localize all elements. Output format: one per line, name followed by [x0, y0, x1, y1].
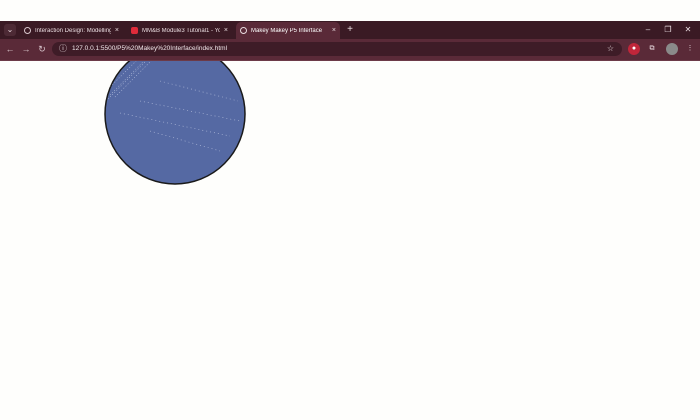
youtube-icon: [131, 27, 138, 34]
reload-icon[interactable]: ↻: [36, 43, 48, 55]
tab-strip: ⌄ Interaction Design: Modelling × MM&B M…: [0, 21, 700, 39]
minimize-button[interactable]: –: [638, 24, 658, 36]
tab-title: MM&B Module3 Tutorial1 - Yo: [142, 27, 220, 34]
extension-icon[interactable]: ●: [628, 43, 640, 55]
tab-title: Makey Makey P5 Interface: [251, 27, 323, 34]
tab-makey-makey[interactable]: Makey Makey P5 Interface ×: [236, 22, 340, 39]
tab-title: Interaction Design: Modelling: [35, 27, 111, 34]
address-url: 127.0.0.1:5500/P5%20Makey%20Interface/in…: [72, 45, 228, 52]
page-canvas[interactable]: [0, 43, 700, 415]
address-bar[interactable]: ⓘ 127.0.0.1:5500/P5%20Makey%20Interface/…: [52, 42, 622, 56]
menu-kebab-icon[interactable]: ⋮: [684, 43, 696, 55]
browser-toolbar: ← → ↻ ⓘ 127.0.0.1:5500/P5%20Makey%20Inte…: [0, 39, 700, 61]
globe-icon: [240, 27, 247, 34]
close-window-button[interactable]: ✕: [678, 24, 698, 36]
extensions-puzzle-icon[interactable]: ⧉: [646, 43, 658, 55]
tab-interaction-design[interactable]: Interaction Design: Modelling ×: [20, 22, 123, 39]
maximize-button[interactable]: ❐: [658, 24, 678, 36]
tab-search-button[interactable]: ⌄: [4, 24, 16, 36]
close-icon[interactable]: ×: [115, 27, 119, 34]
globe-icon: [24, 27, 31, 34]
profile-avatar[interactable]: [666, 43, 678, 55]
close-icon[interactable]: ×: [224, 27, 228, 34]
close-icon[interactable]: ×: [332, 27, 336, 34]
site-info-icon[interactable]: ⓘ: [58, 44, 68, 54]
forward-icon[interactable]: →: [20, 43, 32, 55]
tab-mmb-tutorial[interactable]: MM&B Module3 Tutorial1 - Yo ×: [127, 22, 232, 39]
new-tab-button[interactable]: +: [344, 24, 356, 36]
bookmark-star-icon[interactable]: ☆: [607, 44, 614, 54]
p5-canvas[interactable]: [0, 43, 700, 415]
blue-circle: [104, 43, 246, 185]
back-icon[interactable]: ←: [4, 43, 16, 55]
